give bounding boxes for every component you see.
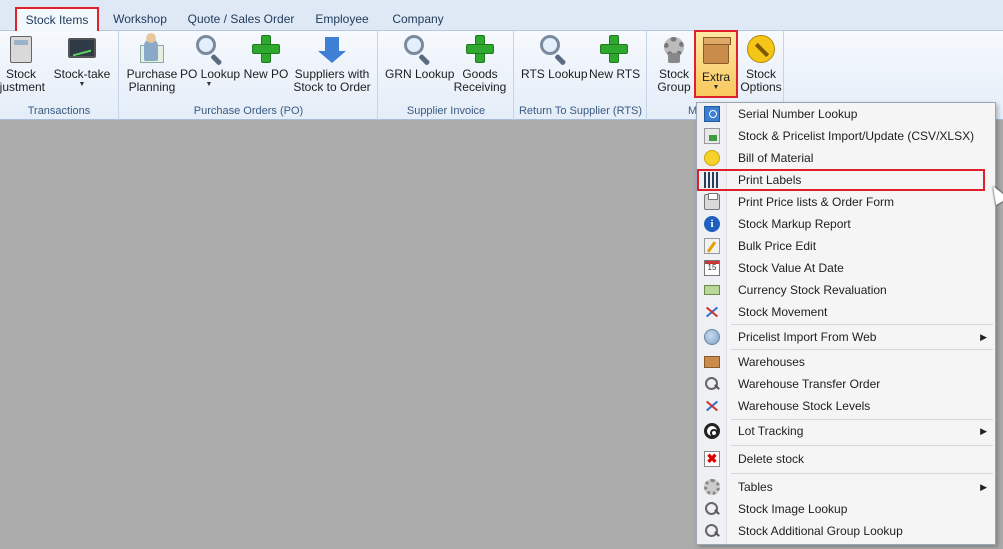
goods-receiving-button[interactable]: Goods Receiving (453, 33, 507, 103)
menu-item-bill-of-material[interactable]: Bill of Material (697, 147, 995, 169)
tab-label: Employee (315, 12, 369, 26)
import-icon (704, 128, 720, 144)
menu-item-bulk-price-edit[interactable]: Bulk Price Edit (697, 235, 995, 257)
magnifier-icon (401, 33, 433, 66)
menu-item-warehouse-stock-levels[interactable]: Warehouse Stock Levels (697, 395, 995, 417)
magnifier-icon (193, 33, 225, 66)
group-label: Return To Supplier (RTS) (518, 105, 643, 117)
info-icon: i (704, 216, 720, 232)
suppliers-with-stock-to-order-button[interactable]: Suppliers with Stock to Order (292, 33, 372, 103)
magnifier-icon (537, 33, 569, 66)
magnifier-icon (704, 501, 720, 517)
magnifier-icon (704, 523, 720, 539)
stock-options-button[interactable]: Stock Options (740, 33, 782, 103)
menu-item-stock-movement[interactable]: Stock Movement (697, 301, 995, 323)
new-po-button[interactable]: New PO (242, 33, 290, 103)
tab-workshop[interactable]: Workshop (104, 8, 176, 31)
gear-icon (704, 479, 720, 495)
search-icon (704, 106, 720, 122)
magnifier-icon (704, 376, 720, 392)
menu-item-stock-markup-report[interactable]: i Stock Markup Report (697, 213, 995, 235)
menu-item-delete-stock[interactable]: ✖ Delete stock (697, 448, 995, 470)
submenu-arrow-icon: ▶ (980, 482, 987, 492)
box-icon (704, 356, 720, 368)
lot-tracking-icon (704, 423, 720, 439)
menu-item-currency-stock-revaluation[interactable]: Currency Stock Revaluation (697, 279, 995, 301)
tab-label: Workshop (113, 12, 167, 26)
plus-icon (250, 33, 282, 65)
calendar-icon: 15 (704, 260, 720, 276)
tab-company[interactable]: Company (384, 8, 452, 31)
po-lookup-button[interactable]: PO Lookup ▼ (180, 33, 240, 103)
menu-item-warehouses[interactable]: Warehouses (697, 351, 995, 373)
menu-item-stock-pricelist-import[interactable]: Stock & Pricelist Import/Update (CSV/XLS… (697, 125, 995, 147)
menu-item-serial-number-lookup[interactable]: Serial Number Lookup (697, 103, 995, 125)
tab-label: Stock Items (25, 13, 89, 27)
tab-label: Quote / Sales Order (187, 12, 295, 26)
grn-lookup-button[interactable]: GRN Lookup (385, 33, 454, 103)
globe-icon (704, 329, 720, 345)
edit-icon (704, 238, 720, 254)
ribbon-tab-strip: Stock Items Workshop Quote / Sales Order… (0, 0, 1003, 33)
menu-item-print-price-lists[interactable]: Print Price lists & Order Form (697, 191, 995, 213)
plus-icon (464, 33, 496, 65)
extra-dropdown-menu: Serial Number Lookup Stock & Pricelist I… (696, 102, 996, 545)
purchase-planning-icon (136, 33, 168, 65)
menu-item-print-labels[interactable]: Print Labels (697, 169, 995, 191)
menu-separator (731, 324, 993, 325)
menu-item-stock-additional-group-lookup[interactable]: Stock Additional Group Lookup (697, 520, 995, 542)
yellow-circle-icon (704, 150, 720, 166)
ribbon-group-transactions: Stock ljustment Stock-take ▼ Transaction… (0, 31, 119, 120)
menu-separator (731, 473, 993, 474)
group-label: Transactions (27, 105, 91, 117)
submenu-arrow-icon: ▶ (980, 426, 987, 436)
chevron-down-icon: ▼ (205, 81, 213, 88)
calculator-icon (5, 33, 37, 65)
delete-icon: ✖ (704, 451, 720, 467)
ribbon-group-purchase-orders: Purchase Planning PO Lookup ▼ New PO Sup… (120, 31, 378, 120)
money-icon (704, 285, 720, 295)
ribbon-group-return-to-supplier: RTS Lookup New RTS Return To Supplier (R… (515, 31, 647, 120)
tab-stock-items[interactable]: Stock Items (15, 7, 99, 33)
menu-separator (731, 349, 993, 350)
ribbon-group-supplier-invoice: GRN Lookup Goods Receiving Supplier Invo… (379, 31, 514, 120)
tab-quote-sales-order[interactable]: Quote / Sales Order (182, 8, 300, 31)
stock-adjustment-button[interactable]: Stock ljustment (0, 33, 48, 103)
tab-label: Company (392, 12, 444, 26)
barcode-icon (704, 172, 720, 188)
menu-item-tables[interactable]: Tables ▶ (697, 476, 995, 498)
graph-icon (704, 304, 720, 320)
new-rts-button[interactable]: New RTS (589, 33, 640, 103)
menu-item-lot-tracking[interactable]: Lot Tracking ▶ (697, 420, 995, 442)
rts-lookup-button[interactable]: RTS Lookup (521, 33, 588, 103)
menu-separator (731, 445, 993, 446)
plus-icon (598, 33, 630, 65)
purchase-planning-button[interactable]: Purchase Planning (126, 33, 178, 103)
box-icon (700, 36, 732, 68)
group-label: Supplier Invoice (406, 105, 486, 117)
gear-icon (658, 33, 690, 65)
tab-employee[interactable]: Employee (306, 8, 378, 31)
printer-icon (704, 193, 720, 210)
graph-icon (704, 398, 720, 414)
menu-item-stock-image-lookup[interactable]: Stock Image Lookup (697, 498, 995, 520)
chevron-down-icon: ▼ (78, 81, 86, 88)
menu-item-stock-value-at-date[interactable]: 15 Stock Value At Date (697, 257, 995, 279)
download-arrow-icon (316, 33, 348, 65)
menu-item-pricelist-import-from-web[interactable]: Pricelist Import From Web ▶ (697, 326, 995, 348)
group-label: Purchase Orders (PO) (193, 105, 304, 117)
stock-take-button[interactable]: Stock-take ▼ (52, 33, 112, 103)
stock-chart-icon (66, 33, 98, 65)
menu-item-warehouse-transfer-order[interactable]: Warehouse Transfer Order (697, 373, 995, 395)
chevron-down-icon: ▼ (712, 84, 720, 91)
stock-group-button[interactable]: Stock Group (654, 33, 694, 103)
extra-button[interactable]: Extra ▼ (694, 30, 738, 98)
submenu-arrow-icon: ▶ (980, 332, 987, 342)
wrench-icon (745, 33, 777, 65)
